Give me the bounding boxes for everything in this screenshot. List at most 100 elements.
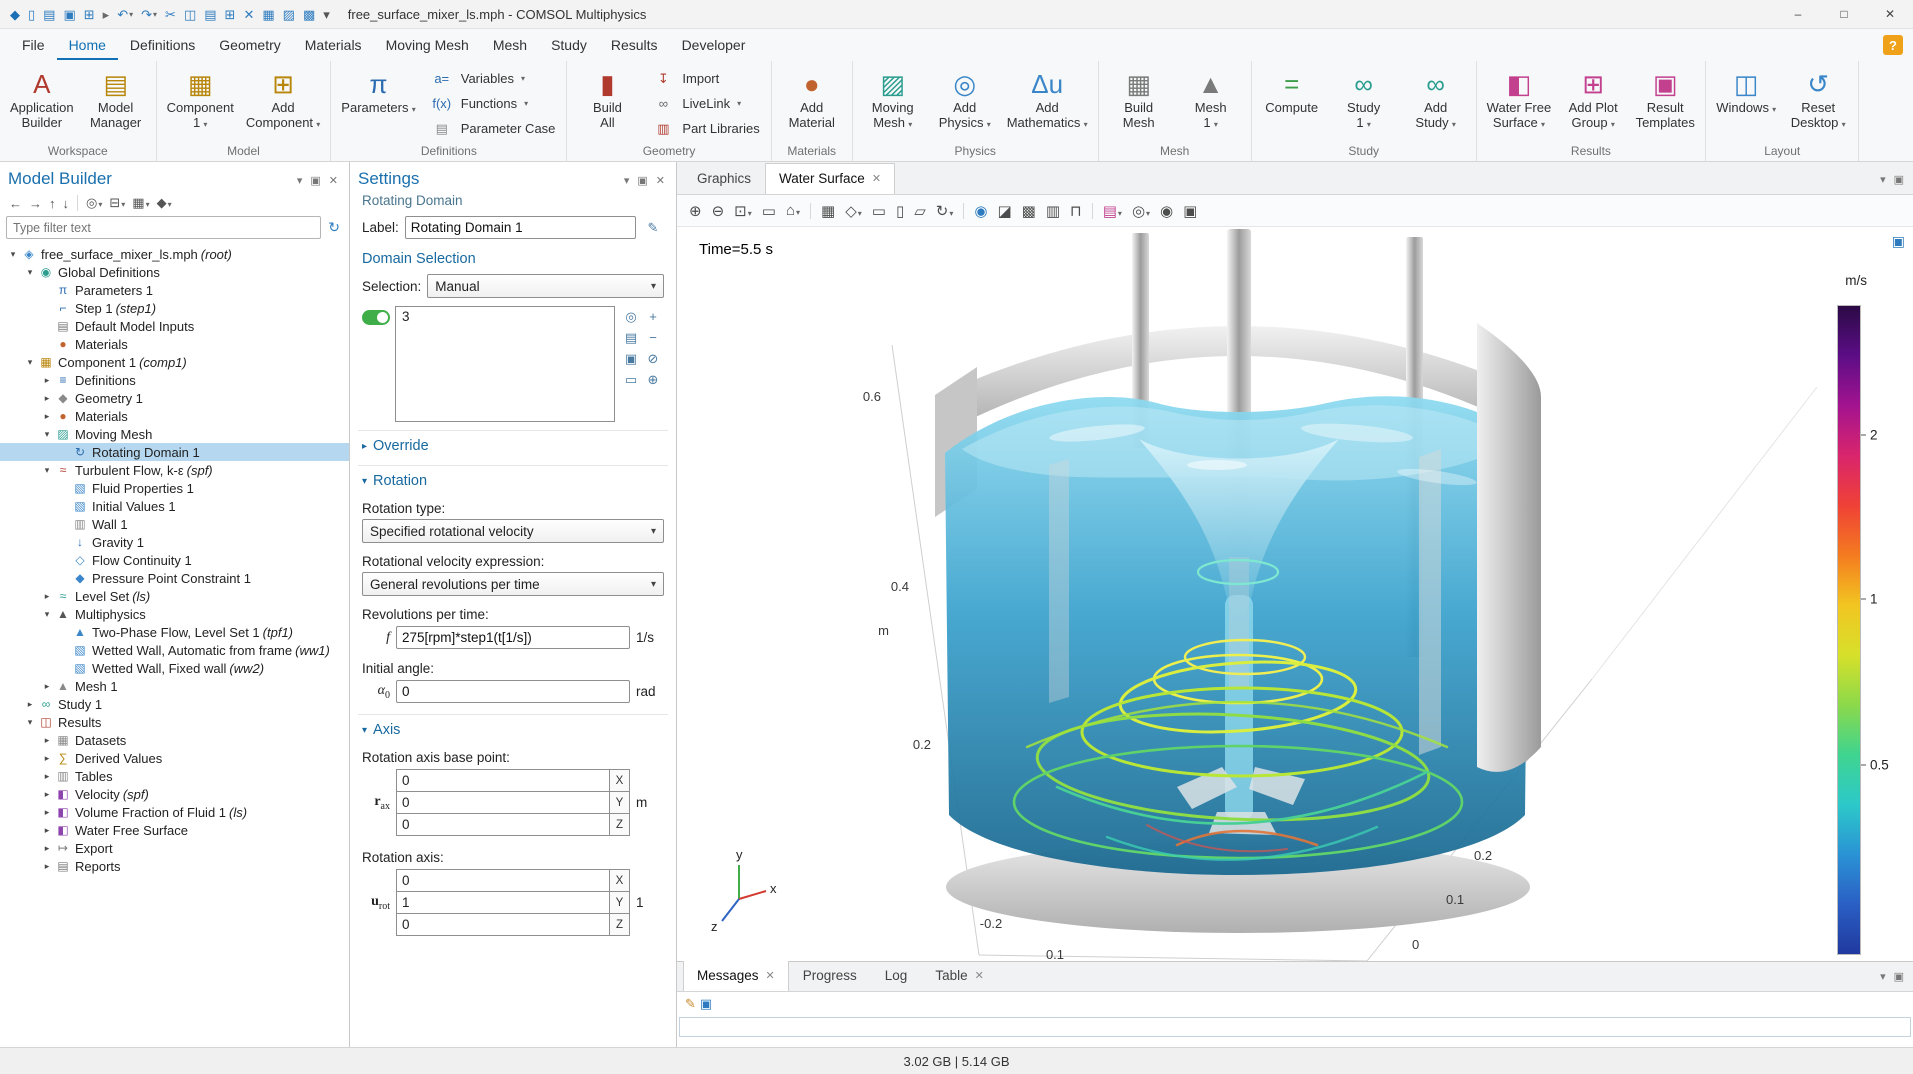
windows-button[interactable]: ◫Windows ▾ [1711, 64, 1781, 119]
remove-from-selection-icon[interactable]: − [642, 327, 664, 348]
add-material-button[interactable]: ●AddMaterial [777, 64, 847, 132]
menu-results[interactable]: Results [599, 31, 670, 60]
import-button[interactable]: ↧Import [644, 66, 765, 91]
tree-item-fluid-properties-1[interactable]: ▧Fluid Properties 1 [0, 479, 349, 497]
copy-icon[interactable]: ◫ [180, 6, 200, 23]
filter-input[interactable] [6, 216, 321, 239]
panel-menu-icon[interactable]: ▾ [1877, 967, 1889, 984]
expander-closed-icon[interactable]: ▸ [40, 735, 54, 746]
build-all-button[interactable]: ▮BuildAll [572, 64, 642, 132]
add-plot-group-button[interactable]: ⊞Add PlotGroup ▾ [1558, 64, 1628, 134]
go-to-view-icon[interactable]: ◇▾ [841, 200, 866, 222]
clear-messages-icon[interactable]: ✎ [685, 996, 696, 1012]
save-icon[interactable]: ▣ [59, 6, 79, 23]
menu-geometry[interactable]: Geometry [207, 31, 292, 60]
tree-item-free-surface-mixer-ls-mph[interactable]: ▾◈free_surface_mixer_ls.mph(root) [0, 245, 349, 263]
expander-closed-icon[interactable]: ▸ [40, 843, 54, 854]
tree-item-wetted-wall-automatic-from-frame[interactable]: ▧Wetted Wall, Automatic from frame(ww1) [0, 641, 349, 659]
build-mesh-button[interactable]: ▦BuildMesh [1104, 64, 1174, 132]
transparency-icon[interactable]: ◪ [993, 200, 1015, 222]
expander-open-icon[interactable]: ▾ [23, 357, 37, 368]
functions-button[interactable]: f(x)Functions▾ [423, 91, 562, 116]
expander-closed-icon[interactable]: ▸ [40, 861, 54, 872]
messages-tab-log[interactable]: Log [871, 960, 922, 991]
select-box-icon[interactable]: ▭ [620, 369, 642, 390]
compute-button[interactable]: =Compute [1257, 64, 1327, 117]
close-panel-icon[interactable]: ✕ [653, 171, 668, 188]
remove-table-icon[interactable]: ▨ [279, 6, 299, 23]
menu-study[interactable]: Study [539, 31, 599, 60]
xy-view-icon[interactable]: ▭ [868, 200, 890, 222]
tree-item-flow-continuity-1[interactable]: ◇Flow Continuity 1 [0, 551, 349, 569]
livelink-button[interactable]: ∞LiveLink▾ [644, 91, 765, 116]
add-to-selection-icon[interactable]: + [642, 306, 664, 327]
expander-closed-icon[interactable]: ▸ [40, 771, 54, 782]
close-tab-icon[interactable]: ✕ [872, 172, 881, 185]
tree-item-datasets[interactable]: ▸▦Datasets [0, 731, 349, 749]
tree-item-materials[interactable]: ▸●Materials [0, 407, 349, 425]
cut-icon[interactable]: ✂ [161, 6, 180, 23]
delete-icon[interactable]: ✕ [239, 6, 258, 23]
section-axis[interactable]: ▾ Axis [358, 714, 668, 738]
panel-menu-icon[interactable]: ▾ [621, 171, 633, 188]
expander-closed-icon[interactable]: ▸ [40, 591, 54, 602]
base-y-field[interactable]: 0Y [396, 791, 630, 814]
open-in-window-icon[interactable]: ▣ [700, 996, 712, 1012]
expander-open-icon[interactable]: ▾ [40, 465, 54, 476]
zoom-out-icon[interactable]: ⊖ [708, 200, 729, 222]
zoom-box-icon[interactable]: ▭ [758, 200, 780, 222]
open-file-icon[interactable]: ▤ [39, 6, 59, 23]
undo-icon[interactable]: ↶▾ [113, 6, 137, 23]
save-all-icon[interactable]: ⊞ [80, 6, 99, 23]
menu-mesh[interactable]: Mesh [481, 31, 539, 60]
tree-item-default-model-inputs[interactable]: ▤Default Model Inputs [0, 317, 349, 335]
move-down-icon[interactable]: ↓ [60, 195, 73, 212]
variables-button[interactable]: a=Variables▾ [423, 66, 562, 91]
model-tree-settings-icon[interactable]: ◆▾ [154, 194, 175, 212]
selection-list-item[interactable]: 3 [402, 309, 608, 324]
tree-item-results[interactable]: ▾◫Results [0, 713, 349, 731]
clear-selection-icon[interactable]: ⊘ [642, 348, 664, 369]
node-group-icon[interactable]: ▦▾ [129, 194, 152, 212]
color-table-icon[interactable]: ▤▾ [1099, 200, 1126, 222]
lock-view-icon[interactable]: ⊓ [1066, 200, 1086, 222]
paste-selection-icon[interactable]: ▤ [620, 327, 642, 348]
redo-icon[interactable]: ↷▾ [137, 6, 161, 23]
forward-icon[interactable]: → [26, 195, 45, 212]
selection-dropdown[interactable]: Manual ▾ [427, 274, 664, 298]
revolutions-per-time-input[interactable] [396, 626, 630, 649]
tree-item-mesh-1[interactable]: ▸▲Mesh 1 [0, 677, 349, 695]
move-up-icon[interactable]: ↑ [46, 195, 59, 212]
tree-item-derived-values[interactable]: ▸∑Derived Values [0, 749, 349, 767]
close-panel-icon[interactable]: ✕ [326, 171, 341, 188]
tree-item-pressure-point-constraint-1[interactable]: ◆Pressure Point Constraint 1 [0, 569, 349, 587]
messages-tab-messages[interactable]: Messages✕ [683, 960, 789, 991]
expander-closed-icon[interactable]: ▸ [40, 807, 54, 818]
qat-menu-icon[interactable]: ▾ [319, 6, 334, 23]
message-line[interactable] [679, 1017, 1911, 1037]
table-settings-icon[interactable]: ▩ [299, 6, 319, 23]
expander-open-icon[interactable]: ▾ [6, 249, 20, 260]
run-icon[interactable]: ▸ [99, 6, 114, 23]
create-selection-icon[interactable]: ◎ [620, 306, 642, 327]
tree-item-parameters-1[interactable]: πParameters 1 [0, 281, 349, 299]
menu-file[interactable]: File [10, 31, 57, 60]
refresh-tree-icon[interactable]: ↻ [325, 218, 343, 237]
axis-y-field[interactable]: 1Y [396, 891, 630, 914]
section-rotation[interactable]: ▾ Rotation [358, 465, 668, 489]
menu-materials[interactable]: Materials [293, 31, 374, 60]
messages-tab-table[interactable]: Table✕ [921, 960, 998, 991]
expander-closed-icon[interactable]: ▸ [23, 699, 37, 710]
base-z-field[interactable]: 0Z [396, 813, 630, 836]
duplicate-icon[interactable]: ⊞ [221, 6, 240, 23]
expander-closed-icon[interactable]: ▸ [40, 375, 54, 386]
expander-closed-icon[interactable]: ▸ [40, 411, 54, 422]
close-button[interactable]: ✕ [1867, 0, 1913, 29]
selection-list[interactable]: 3 [395, 306, 615, 422]
expander-open-icon[interactable]: ▾ [40, 609, 54, 620]
rotational-velocity-expression-dropdown[interactable]: General revolutions per time ▾ [362, 572, 664, 596]
tree-item-component-1[interactable]: ▾▦Component 1(comp1) [0, 353, 349, 371]
zoom-to-selection-icon[interactable]: ⊕ [642, 369, 664, 390]
scene-light-icon[interactable]: ◉ [970, 200, 991, 222]
expander-closed-icon[interactable]: ▸ [40, 825, 54, 836]
